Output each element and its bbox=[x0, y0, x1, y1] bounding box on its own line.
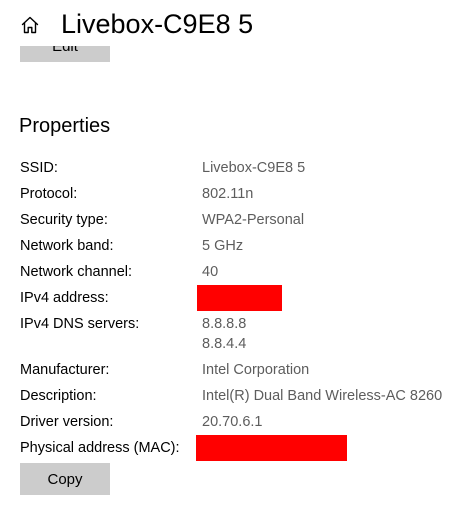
redaction-box bbox=[197, 285, 282, 311]
property-value: Intel Corporation bbox=[202, 362, 310, 378]
property-value: 802.11n bbox=[202, 186, 254, 202]
dns-server-secondary: 8.8.4.4 bbox=[202, 336, 247, 352]
property-label: Protocol: bbox=[20, 186, 78, 202]
property-label: Security type: bbox=[20, 212, 108, 228]
redaction-box bbox=[196, 435, 347, 461]
property-value: 5 GHz bbox=[202, 238, 244, 254]
property-value: WPA2-Personal bbox=[202, 212, 305, 228]
property-label: IPv4 address: bbox=[20, 290, 109, 306]
property-label: Driver version: bbox=[20, 414, 114, 430]
properties-heading: Properties bbox=[19, 115, 111, 137]
copy-button[interactable]: Copy bbox=[20, 463, 110, 495]
page-title: Livebox-C9E8 5 bbox=[61, 9, 254, 39]
property-label: Manufacturer: bbox=[20, 362, 110, 378]
home-button[interactable] bbox=[14, 10, 46, 40]
page-header: Livebox-C9E8 5 bbox=[0, 0, 458, 46]
property-label: Network band: bbox=[20, 238, 114, 254]
property-label: SSID: bbox=[20, 160, 58, 176]
property-value: Livebox-C9E8 5 bbox=[202, 160, 306, 176]
property-label: Description: bbox=[20, 388, 97, 404]
property-value: 40 bbox=[202, 264, 219, 280]
property-value: Intel(R) Dual Band Wireless-AC 8260 bbox=[202, 388, 443, 404]
property-label: Physical address (MAC): bbox=[20, 440, 180, 456]
property-label: IPv4 DNS servers: bbox=[20, 316, 140, 332]
dns-server-primary: 8.8.8.8 bbox=[202, 316, 247, 332]
property-value: 20.70.6.1 bbox=[202, 414, 263, 430]
property-value: 8.8.8.8 8.8.4.4 bbox=[202, 314, 246, 354]
home-icon bbox=[21, 16, 39, 34]
property-label: Network channel: bbox=[20, 264, 133, 280]
